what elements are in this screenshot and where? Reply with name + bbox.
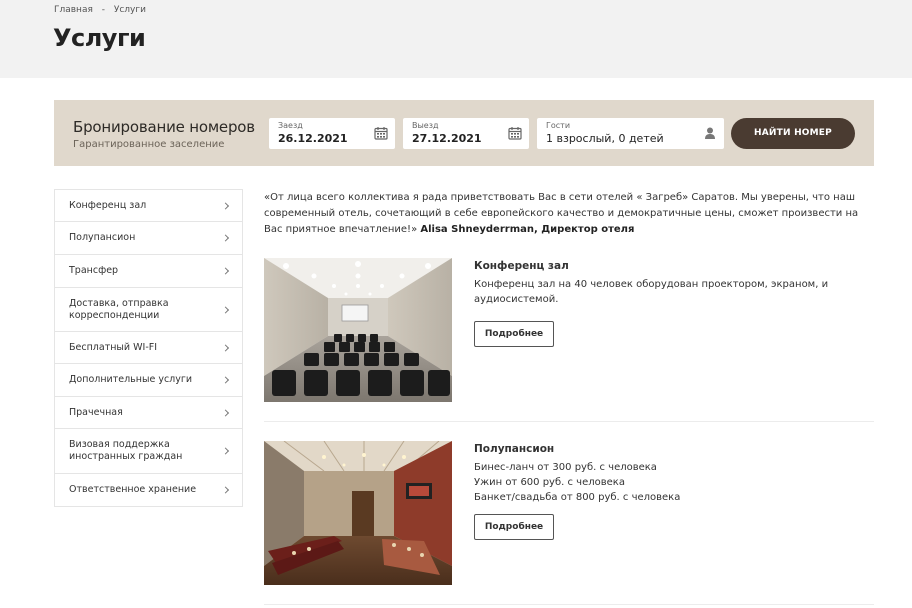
service-description: Бинес-ланч от 300 руб. с человека Ужин о… [474, 460, 854, 505]
chevron-right-icon [221, 376, 230, 384]
sidebar-item-label: Трансфер [69, 265, 119, 276]
chevron-right-icon [221, 267, 230, 275]
sidebar-item-label: Конференц зал [69, 199, 147, 211]
chevron-right-icon [221, 486, 230, 494]
sidebar-item-label: Бесплатный WI-FI [69, 341, 158, 353]
checkin-value[interactable]: 26.12.2021 [278, 132, 348, 145]
service-card: Конференц зал Конференц зал на 40 челове… [264, 258, 874, 418]
chevron-right-icon [221, 408, 230, 417]
sidebar-item[interactable]: Конференц зал [55, 190, 242, 222]
checkin-label: Заезд [278, 121, 303, 130]
sidebar-item-label: Прачечная [69, 406, 123, 418]
breadcrumb-home-link[interactable]: Главная [54, 5, 93, 15]
breadcrumb-current: Услуги [113, 5, 146, 15]
checkout-field[interactable]: Выезд 27.12.2021 [403, 118, 529, 149]
intro-signature: Alisa Shneyderrman, Директор отеля [420, 224, 635, 235]
sidebar-item[interactable]: Визовая поддержка иностранных граждан [55, 429, 242, 474]
user-icon [705, 127, 715, 139]
service-description-line: Конференц зал на 40 человек оборудован п… [474, 279, 829, 305]
calendar-icon[interactable] [508, 126, 522, 140]
sidebar-item-label: Визовая поддержка [69, 439, 170, 450]
breadcrumb: Главная - Услуги [54, 5, 152, 15]
booking-panel: Бронирование номеров Гарантированное зас… [54, 100, 874, 166]
checkout-value[interactable]: 27.12.2021 [412, 132, 482, 145]
service-description: Конференц зал на 40 человек оборудован п… [474, 277, 854, 307]
service-description-line: Ужин от 600 руб. с человека [474, 477, 625, 488]
sidebar-item-label: Доставка, отправка [69, 297, 169, 309]
service-card: Полупансион Бинес-ланч от 300 руб. с чел… [264, 441, 874, 591]
sidebar-item[interactable]: Ответственное хранение [55, 474, 242, 506]
sidebar-item[interactable]: Трансфер [55, 255, 242, 288]
sidebar-item[interactable]: Доставка, отправка корреспонденции [55, 288, 242, 332]
sidebar-item-label-line2: корреспонденции [69, 309, 160, 321]
sidebar-item[interactable]: Бесплатный WI-FI [55, 332, 242, 364]
service-title: Полупансион [474, 443, 555, 455]
sidebar-item-label: Полупансион [69, 232, 136, 243]
page-title: Услуги [53, 24, 146, 52]
services-sidebar: Конференц зал Полупансион Трансфер Доста… [54, 189, 243, 507]
details-button[interactable]: Подробнее [474, 514, 554, 540]
chevron-right-icon [221, 201, 230, 210]
checkout-label: Выезд [412, 121, 439, 130]
divider [264, 604, 874, 605]
chevron-right-icon [221, 343, 230, 352]
details-button[interactable]: Подробнее [474, 321, 554, 347]
page-header: Главная - Услуги Услуги [0, 0, 912, 78]
chevron-right-icon [221, 234, 230, 242]
chevron-right-icon [221, 305, 230, 314]
sidebar-item-label: Ответственное хранение [69, 484, 197, 495]
guests-field[interactable]: Гости 1 взрослый, 0 детей [537, 118, 724, 149]
service-photo [264, 258, 452, 402]
service-title: Конференц зал [474, 260, 569, 272]
guests-value[interactable]: 1 взрослый, 0 детей [546, 132, 664, 145]
sidebar-item[interactable]: Дополнительные услуги [55, 364, 242, 397]
sidebar-item[interactable]: Прачечная [55, 397, 242, 429]
booking-title: Бронирование номеров [73, 118, 255, 136]
intro-text: «От лица всего коллектива я рада приветс… [264, 190, 874, 238]
find-room-button[interactable]: НАЙТИ НОМЕР [731, 118, 855, 149]
chevron-right-icon [221, 447, 230, 455]
service-description-line: Бинес-ланч от 300 руб. с человека [474, 462, 657, 473]
guests-label: Гости [546, 121, 571, 130]
divider [264, 421, 874, 422]
service-photo [264, 441, 452, 585]
sidebar-item[interactable]: Полупансион [55, 222, 242, 255]
booking-subtitle: Гарантированное заселение [73, 139, 225, 150]
sidebar-item-label: Дополнительные услуги [69, 374, 193, 385]
calendar-icon[interactable] [374, 126, 388, 140]
sidebar-item-label-line2: иностранных граждан [69, 451, 183, 462]
breadcrumb-separator: - [101, 5, 105, 15]
checkin-field[interactable]: Заезд 26.12.2021 [269, 118, 395, 149]
service-description-line: Банкет/свадьба от 800 руб. с человека [474, 492, 681, 503]
